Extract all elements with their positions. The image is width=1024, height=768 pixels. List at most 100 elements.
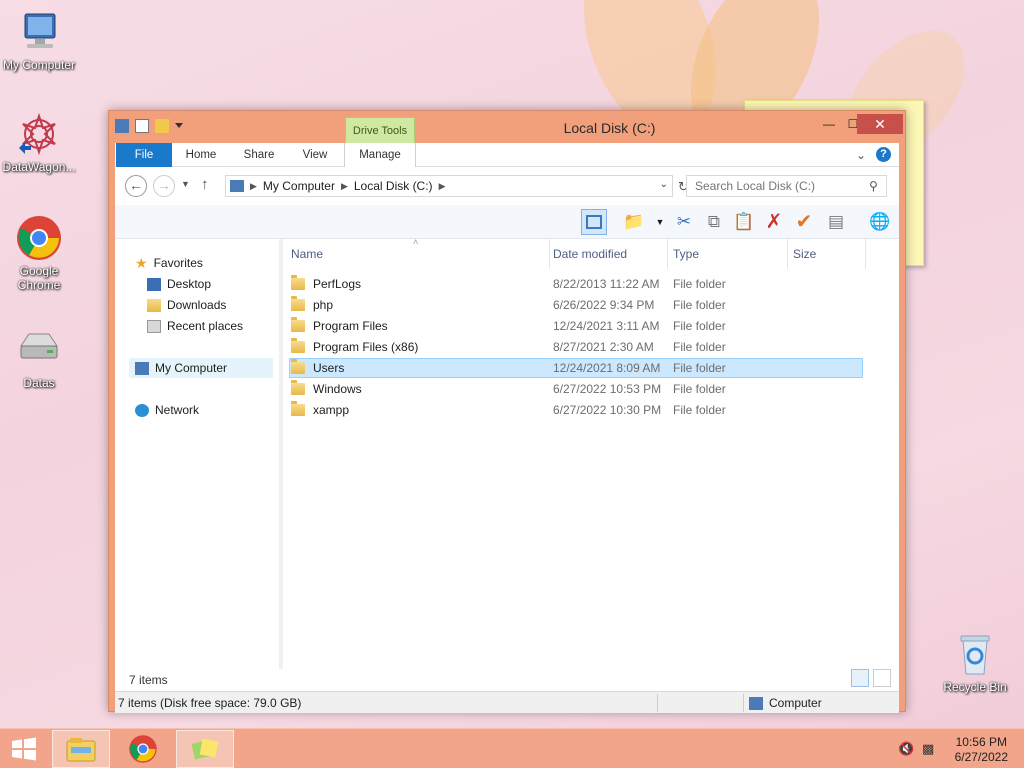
file-name: Users [313, 361, 345, 375]
system-clock[interactable]: 10:56 PM 6/27/2022 [955, 735, 1008, 765]
close-button[interactable]: ✕ [857, 114, 903, 134]
file-explorer-icon [66, 738, 96, 762]
tab-manage[interactable]: Manage [344, 143, 416, 167]
address-dropdown-icon[interactable]: ⌄ [660, 179, 668, 190]
window-content: File Home Share View Manage ⌄ ? ← → ▼ ↑ … [115, 143, 899, 713]
column-header-date[interactable]: Date modified [553, 247, 627, 261]
cut-button[interactable]: ✂ [671, 209, 697, 235]
desktop-icon-datas[interactable]: Datas [0, 326, 78, 390]
folder-icon [291, 317, 305, 332]
ribbon-controls: ⌄ ? [856, 147, 891, 162]
nav-favorites[interactable]: ★ Favorites [135, 253, 203, 273]
folder-options-button[interactable]: 📁 [621, 209, 647, 235]
rename-button[interactable]: ✔ [791, 209, 817, 235]
desktop-icon-my-computer[interactable]: My Computer [0, 8, 78, 72]
column-header-name[interactable]: Name [291, 247, 323, 261]
file-date: 6/26/2022 9:34 PM [553, 298, 655, 312]
taskbar-file-explorer[interactable] [52, 730, 110, 768]
large-icons-view-icon[interactable] [873, 669, 891, 687]
breadcrumb-my-computer[interactable]: My Computer [263, 179, 335, 193]
tab-view[interactable]: View [295, 143, 335, 167]
delete-x-icon: ✗ [765, 211, 783, 233]
column-header-size[interactable]: Size [793, 247, 816, 261]
desktop-icon-label: Google Chrome [17, 264, 61, 292]
file-row[interactable]: Program Files (x86) 8/27/2021 2:30 AM Fi… [289, 337, 863, 357]
properties-button[interactable]: ▤ [823, 209, 849, 235]
desktop-icon-recycle-bin[interactable]: Recycle Bin [936, 630, 1014, 694]
computer-icon [749, 696, 763, 710]
file-row-selected[interactable]: Users 12/24/2021 8:09 AM File folder [289, 358, 863, 378]
nav-downloads[interactable]: Downloads [147, 295, 226, 315]
file-row[interactable]: PerfLogs 8/22/2013 11:22 AM File folder [289, 274, 863, 294]
folder-options-dropdown[interactable]: ▼ [647, 209, 673, 235]
file-type: File folder [673, 403, 726, 417]
tab-share[interactable]: Share [237, 143, 281, 167]
desktop-icon-datawagon[interactable]: DataWagon... [0, 110, 78, 174]
column-divider[interactable] [865, 239, 866, 269]
nav-label: Downloads [167, 298, 227, 312]
help-icon[interactable]: ? [876, 147, 891, 162]
datawagon-logo-icon [15, 110, 63, 158]
folder-icon [291, 275, 305, 290]
file-row[interactable]: Program Files 12/24/2021 3:11 AM File fo… [289, 316, 863, 336]
preview-pane-button[interactable] [581, 209, 607, 235]
address-bar[interactable]: ▶ My Computer ▶ Local Disk (C:) ▶ ⌄ [225, 175, 673, 197]
scissors-icon: ✂ [676, 212, 692, 231]
start-button[interactable] [0, 730, 48, 768]
expand-ribbon-icon[interactable]: ⌄ [856, 148, 866, 162]
forward-button[interactable]: → [153, 175, 175, 197]
search-icon[interactable]: ⚲ [869, 179, 878, 193]
ribbon-tabs: File Home Share View Manage ⌄ ? [115, 143, 899, 167]
file-type: File folder [673, 277, 726, 291]
computer-icon [230, 180, 244, 192]
back-button[interactable]: ← [125, 175, 147, 197]
file-row[interactable]: php 6/26/2022 9:34 PM File folder [289, 295, 863, 315]
column-divider[interactable] [787, 239, 788, 269]
status-divider [743, 694, 744, 712]
pane-splitter[interactable] [279, 239, 283, 669]
taskbar-chrome[interactable] [114, 730, 172, 768]
status-location: Computer [749, 696, 822, 710]
file-date: 6/27/2022 10:30 PM [553, 403, 662, 417]
column-divider[interactable] [667, 239, 668, 269]
nav-recent-places[interactable]: Recent places [147, 316, 243, 336]
paste-button[interactable]: 📋 [731, 209, 757, 235]
recent-locations-icon[interactable]: ▼ [181, 179, 190, 189]
nav-network[interactable]: Network [135, 400, 199, 420]
checkmark-icon: ✔ [795, 211, 813, 233]
nav-desktop[interactable]: Desktop [147, 274, 211, 294]
item-count: 7 items [129, 673, 168, 687]
desktop-icon-label: My Computer [2, 58, 76, 72]
sticky-notes-icon [191, 738, 219, 760]
file-row[interactable]: Windows 6/27/2022 10:53 PM File folder [289, 379, 863, 399]
nav-my-computer[interactable]: My Computer [129, 358, 273, 378]
folder-icon [291, 359, 305, 374]
network-globe-button[interactable]: 🌐 [867, 209, 893, 235]
column-header-type[interactable]: Type [673, 247, 699, 261]
up-arrow-icon[interactable]: ↑ [201, 176, 209, 193]
breadcrumb-separator-icon[interactable]: ▶ [341, 181, 348, 192]
breadcrumb-separator-icon[interactable]: ▶ [250, 181, 257, 192]
folder-icon [291, 338, 305, 353]
globe-icon: 🌐 [869, 212, 891, 231]
column-divider[interactable] [549, 239, 550, 269]
nav-label: Desktop [167, 277, 212, 291]
tab-home[interactable]: Home [179, 143, 223, 167]
copy-button[interactable]: ⧉ [701, 209, 727, 235]
tab-file[interactable]: File [116, 143, 172, 167]
file-name: php [313, 298, 334, 312]
breadcrumb-separator-icon[interactable]: ▶ [439, 181, 446, 192]
search-input[interactable] [686, 175, 887, 197]
desktop-icon-chrome[interactable]: Google Chrome [0, 214, 78, 292]
delete-button[interactable]: ✗ [761, 209, 787, 235]
breadcrumb-local-disk[interactable]: Local Disk (C:) [354, 179, 433, 193]
title-bar[interactable]: Drive Tools Local Disk (C:) — ☐ ✕ [109, 111, 905, 143]
network-status-icon[interactable]: ▩ [922, 741, 934, 757]
folder-icon [291, 296, 305, 311]
address-row: ← → ▼ ↑ ▶ My Computer ▶ Local Disk (C:) … [115, 171, 899, 201]
nav-label: Favorites [153, 256, 203, 270]
volume-muted-icon[interactable]: 🔇 [898, 741, 914, 757]
file-row[interactable]: xampp 6/27/2022 10:30 PM File folder [289, 400, 863, 420]
taskbar-sticky-notes[interactable] [176, 730, 234, 768]
details-view-icon[interactable] [851, 669, 869, 687]
